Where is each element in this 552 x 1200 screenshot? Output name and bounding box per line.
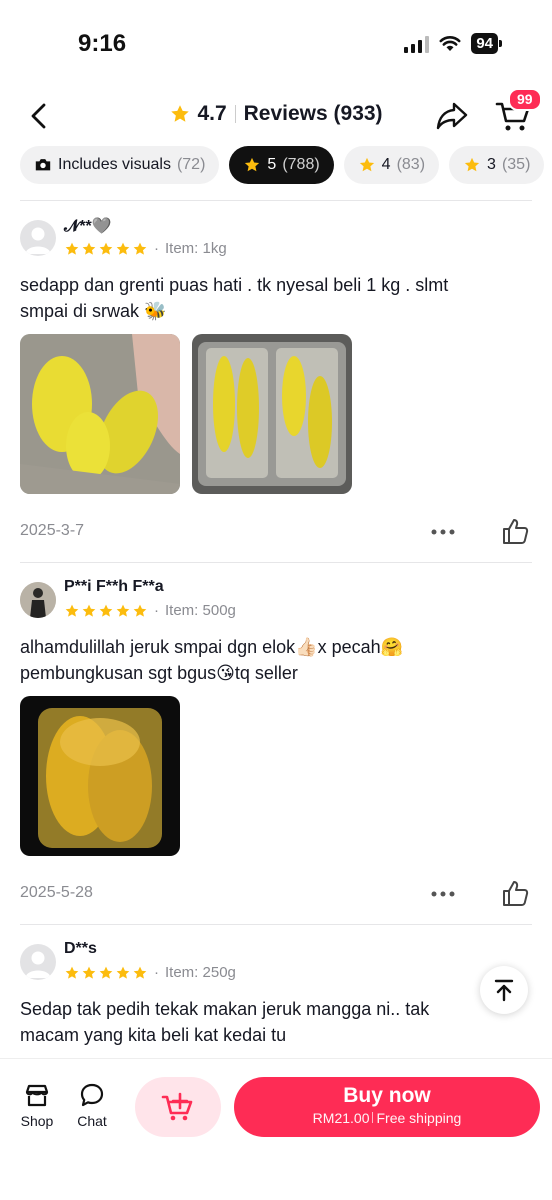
review-photo[interactable] — [20, 696, 180, 856]
price: RM21.00 — [312, 1110, 370, 1126]
avatar[interactable] — [20, 582, 56, 618]
add-cart-icon — [161, 1092, 193, 1121]
filter-5-star[interactable]: 5 (788) — [229, 146, 334, 184]
review-photo[interactable] — [192, 334, 352, 494]
status-icons: 94 — [404, 33, 502, 54]
avatar[interactable] — [20, 944, 56, 980]
star-icon — [82, 966, 96, 979]
chat-button[interactable]: Chat — [67, 1081, 117, 1129]
filter-4-star[interactable]: 4 (83) — [343, 146, 440, 184]
review-item: D**s · Item: 250g Sedap tak pedih tekak … — [20, 938, 532, 1048]
star-icon — [133, 966, 147, 979]
signal-icon — [404, 35, 430, 53]
divider — [20, 200, 532, 201]
review-text: alhamdulillah jeruk smpai dgn elok👍🏻x pe… — [20, 637, 404, 683]
filter-chips: Includes visuals (72) 5 (788) 4 (83) 3 (… — [20, 146, 552, 186]
star-icon — [99, 242, 113, 255]
review-text: sedapp dan grenti puas hati . tk nyesal … — [20, 275, 449, 321]
shipping-note: Free shipping — [376, 1110, 462, 1126]
shop-button[interactable]: Shop — [12, 1081, 62, 1129]
buy-now-subtitle: RM21.00 Free shipping — [234, 1110, 540, 1126]
star-icon — [171, 105, 190, 122]
review-item: 𝓝**🩶 · Item: 1kg sedapp dan grenti puas … — [20, 214, 532, 552]
star-icon — [65, 966, 79, 979]
arrow-up-icon — [494, 979, 514, 1002]
review-date: 2025-3-7 — [20, 522, 85, 539]
star-icon — [133, 604, 147, 617]
star-icon — [116, 242, 130, 255]
back-to-top-button[interactable] — [480, 966, 528, 1014]
star-icon — [464, 157, 480, 172]
star-icon — [65, 242, 79, 255]
wifi-icon — [439, 36, 461, 51]
add-to-cart-button[interactable] — [135, 1077, 221, 1137]
star-icon — [133, 242, 147, 255]
star-icon — [116, 966, 130, 979]
reviewer-name: P**i F**h F**a — [64, 578, 164, 595]
star-icon — [245, 157, 260, 172]
star-icon — [65, 604, 79, 617]
reviews-title: Reviews (933) — [243, 102, 383, 125]
review-photo[interactable] — [20, 334, 180, 494]
status-bar: 9:16 94 — [0, 0, 552, 80]
bottom-action-bar: Shop Chat Buy now RM21.00 Free shipping — [0, 1058, 552, 1200]
star-icon — [99, 604, 113, 617]
header: 4.7 Reviews (933) — [0, 86, 552, 146]
avatar[interactable] — [20, 220, 56, 256]
filter-includes-visuals[interactable]: Includes visuals (72) — [20, 146, 220, 184]
camera-icon — [35, 159, 51, 171]
buy-now-label: Buy now — [343, 1084, 431, 1107]
star-rating — [64, 965, 148, 981]
item-variant: Item: 1kg — [165, 240, 227, 257]
review-date: 2025-5-28 — [20, 884, 93, 901]
more-icon[interactable] — [430, 884, 456, 904]
star-icon — [116, 604, 130, 617]
thumbs-up-icon[interactable] — [500, 878, 530, 908]
item-variant: Item: 500g — [165, 602, 236, 619]
status-time: 9:16 — [78, 30, 127, 57]
star-rating — [64, 603, 148, 619]
rating-value: 4.7 — [197, 102, 227, 125]
chat-icon — [80, 1083, 104, 1107]
cart-badge: 99 — [508, 88, 542, 111]
item-variant: Item: 250g — [165, 964, 236, 981]
reviewer-name: 𝓝**🩶 — [64, 218, 112, 235]
divider — [20, 924, 532, 925]
filter-3-star[interactable]: 3 (35) — [449, 146, 545, 184]
star-icon — [99, 966, 113, 979]
divider — [20, 562, 532, 563]
star-icon — [82, 242, 96, 255]
review-text: Sedap tak pedih tekak makan jeruk mangga… — [20, 999, 430, 1045]
battery-icon: 94 — [471, 33, 502, 54]
battery-level: 94 — [471, 33, 498, 54]
more-icon[interactable] — [430, 522, 456, 542]
star-icon — [359, 157, 374, 172]
reviewer-name: D**s — [64, 940, 97, 957]
buy-now-button[interactable]: Buy now RM21.00 Free shipping — [234, 1077, 540, 1137]
star-rating — [64, 241, 148, 257]
share-icon[interactable] — [434, 98, 470, 134]
review-item: P**i F**h F**a · Item: 500g alhamdulilla… — [20, 576, 532, 914]
thumbs-up-icon[interactable] — [500, 516, 530, 546]
star-icon — [82, 604, 96, 617]
shop-icon — [25, 1084, 49, 1107]
